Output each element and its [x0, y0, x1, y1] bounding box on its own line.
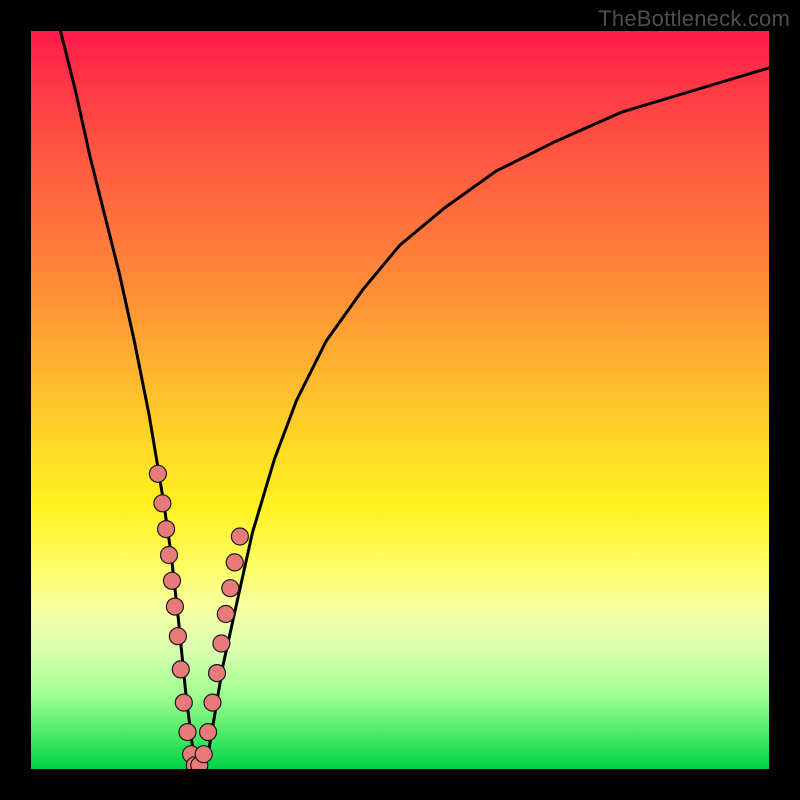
bottleneck-curve [31, 31, 769, 769]
data-marker [149, 465, 166, 482]
data-marker [161, 547, 178, 564]
curve-path [61, 31, 770, 769]
data-marker [226, 554, 243, 571]
data-marker [154, 495, 171, 512]
data-marker [164, 572, 181, 589]
data-marker [172, 661, 189, 678]
data-marker [195, 746, 212, 763]
data-marker [222, 580, 239, 597]
chart-frame: TheBottleneck.com [0, 0, 800, 800]
watermark-text: TheBottleneck.com [598, 6, 790, 32]
data-marker [204, 694, 221, 711]
data-marker [158, 521, 175, 538]
data-marker [169, 628, 186, 645]
data-marker [175, 694, 192, 711]
plot-area [31, 31, 769, 769]
data-marker [179, 724, 196, 741]
data-marker [213, 635, 230, 652]
data-marker [217, 606, 234, 623]
data-marker [200, 724, 217, 741]
data-marker [231, 528, 248, 545]
data-marker [166, 598, 183, 615]
data-marker [209, 665, 226, 682]
